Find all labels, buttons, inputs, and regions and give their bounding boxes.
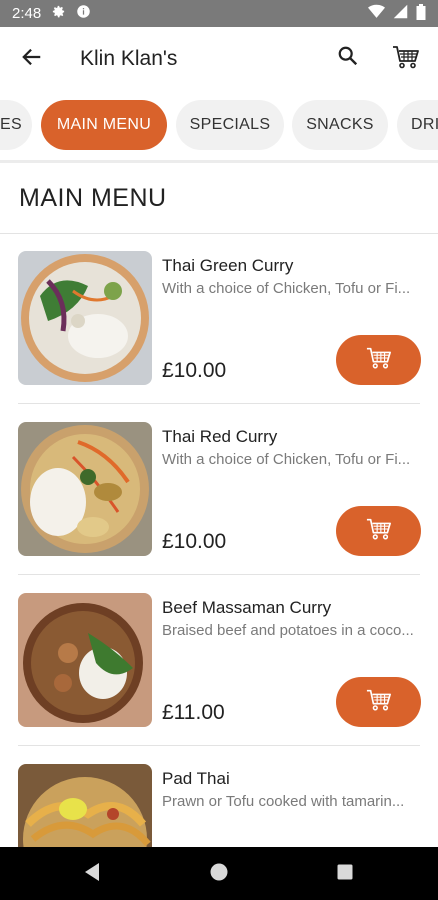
tab-label: MAIN MENU [56, 116, 152, 133]
app-title: Klin Klan's [80, 47, 178, 70]
item-price: £11.00 [162, 701, 225, 724]
item-name: Thai Green Curry [162, 256, 294, 275]
gear-icon [51, 4, 66, 23]
item-price: £10.00 [162, 530, 227, 553]
item-divider [18, 403, 420, 404]
battery-icon [416, 3, 426, 24]
tab-label: SPECIALS [189, 116, 271, 133]
tab-partial-right[interactable]: DRI [397, 100, 438, 150]
item-name: Thai Red Curry [162, 427, 278, 446]
add-to-cart-button[interactable] [336, 677, 421, 727]
tab-label: DRI [411, 116, 438, 133]
tab-partial-left[interactable]: ES [0, 100, 32, 150]
add-to-cart-button[interactable] [336, 506, 421, 556]
system-recents-button[interactable] [332, 861, 358, 887]
food-photo [18, 764, 152, 847]
status-bar: 2:48 [0, 0, 438, 27]
item-description: With a choice of Chicken, Tofu or Fi... [162, 451, 411, 468]
item-description: Prawn or Tofu cooked with tamarin... [162, 793, 405, 810]
cart-icon [366, 687, 392, 718]
item-name: Beef Massaman Curry [162, 598, 332, 617]
tab-specials[interactable]: SPECIALS [176, 100, 284, 150]
item-description: With a choice of Chicken, Tofu or Fi... [162, 280, 411, 297]
back-button[interactable] [18, 45, 46, 73]
status-time: 2:48 [12, 5, 42, 22]
menu-item[interactable]: Beef Massaman Curry Braised beef and pot… [0, 576, 438, 746]
tab-snacks[interactable]: SNACKS [292, 100, 388, 150]
tab-main-menu[interactable]: MAIN MENU [41, 100, 167, 150]
food-photo [18, 251, 152, 385]
item-price: £10.00 [162, 359, 227, 382]
cart-icon [366, 516, 392, 547]
back-triangle-icon [83, 862, 101, 887]
category-tabs: ES MAIN MENU SPECIALS SNACKS DRI [0, 100, 438, 152]
menu-item[interactable]: Thai Green Curry With a choice of Chicke… [0, 234, 438, 404]
cart-button[interactable] [390, 43, 422, 75]
tab-label: ES [0, 116, 22, 133]
item-divider [18, 574, 420, 575]
cart-icon [366, 345, 392, 376]
food-photo [18, 593, 152, 727]
search-button[interactable] [334, 44, 362, 72]
add-to-cart-button[interactable] [336, 335, 421, 385]
info-icon [76, 4, 91, 23]
menu-item[interactable]: Pad Thai Prawn or Tofu cooked with tamar… [0, 747, 438, 847]
item-divider [18, 745, 420, 746]
back-arrow-icon [21, 46, 43, 73]
recents-square-icon [336, 863, 354, 886]
search-icon [337, 45, 359, 72]
food-photo [18, 422, 152, 556]
tab-label: SNACKS [306, 116, 374, 133]
cart-icon [392, 43, 420, 76]
menu-item[interactable]: Thai Red Curry With a choice of Chicken,… [0, 405, 438, 575]
system-home-button[interactable] [206, 861, 232, 887]
home-circle-icon [209, 862, 229, 887]
tabs-divider [0, 160, 438, 163]
wifi-icon [368, 4, 385, 23]
signal-icon [393, 4, 408, 23]
item-description: Braised beef and potatoes in a coco... [162, 622, 414, 639]
app-bar: Klin Klan's [0, 27, 438, 91]
section-title: MAIN MENU [19, 184, 167, 212]
system-back-button[interactable] [79, 861, 105, 887]
system-nav-bar [0, 847, 438, 900]
item-name: Pad Thai [162, 769, 230, 788]
